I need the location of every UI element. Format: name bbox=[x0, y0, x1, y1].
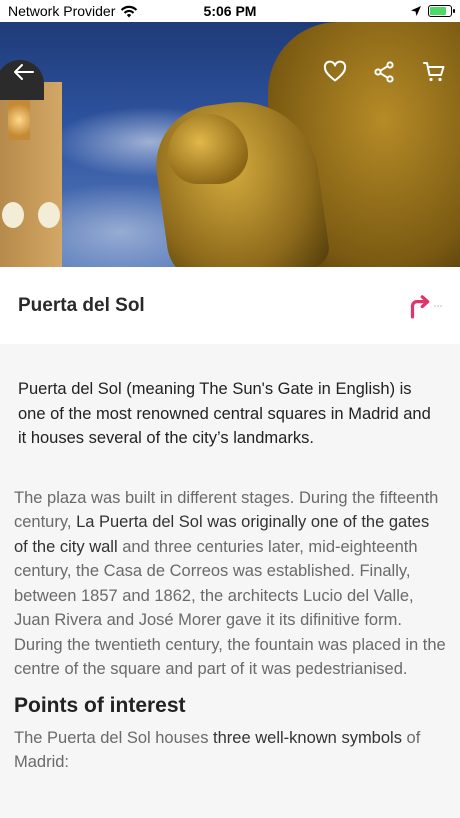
status-bar: Network Provider 5:06 PM bbox=[0, 0, 460, 22]
history-text-2: and three centuries later, mid-eighteent… bbox=[14, 537, 446, 679]
more-dots-icon bbox=[434, 304, 442, 307]
place-header: Puerta del Sol bbox=[0, 267, 460, 344]
status-right bbox=[410, 5, 455, 17]
place-title: Puerta del Sol bbox=[18, 294, 145, 316]
status-left: Network Provider bbox=[8, 3, 138, 19]
intro-paragraph: Puerta del Sol (meaning The Sun's Gate i… bbox=[18, 380, 431, 447]
poi-text-1: The Puerta del Sol houses bbox=[14, 728, 214, 747]
cart-button[interactable] bbox=[420, 58, 448, 86]
clock-face bbox=[38, 202, 60, 228]
cart-icon bbox=[423, 62, 445, 82]
share-icon bbox=[374, 61, 394, 83]
points-of-interest-heading: Points of interest bbox=[14, 693, 186, 717]
poi-highlight: three well-known symbols bbox=[213, 728, 402, 747]
back-button[interactable] bbox=[10, 58, 38, 86]
battery-icon bbox=[428, 5, 455, 17]
location-arrow-icon bbox=[411, 6, 421, 16]
statue-bear-head bbox=[168, 114, 248, 184]
description: Puerta del Sol (meaning The Sun's Gate i… bbox=[0, 344, 460, 775]
points-of-interest-paragraph: The Puerta del Sol houses three well-kno… bbox=[0, 718, 460, 775]
back-arrow-icon bbox=[14, 64, 34, 80]
hero-image bbox=[0, 22, 460, 267]
tower-light bbox=[8, 100, 30, 140]
directions-button[interactable] bbox=[406, 293, 442, 319]
share-button[interactable] bbox=[370, 58, 398, 86]
wifi-icon bbox=[121, 5, 138, 17]
history-paragraph: The plaza was built in different stages.… bbox=[0, 451, 460, 682]
favorite-button[interactable] bbox=[321, 58, 349, 86]
heart-icon bbox=[323, 60, 347, 82]
directions-icon bbox=[410, 294, 430, 318]
clock-face bbox=[2, 202, 24, 228]
carrier-label: Network Provider bbox=[8, 3, 116, 19]
